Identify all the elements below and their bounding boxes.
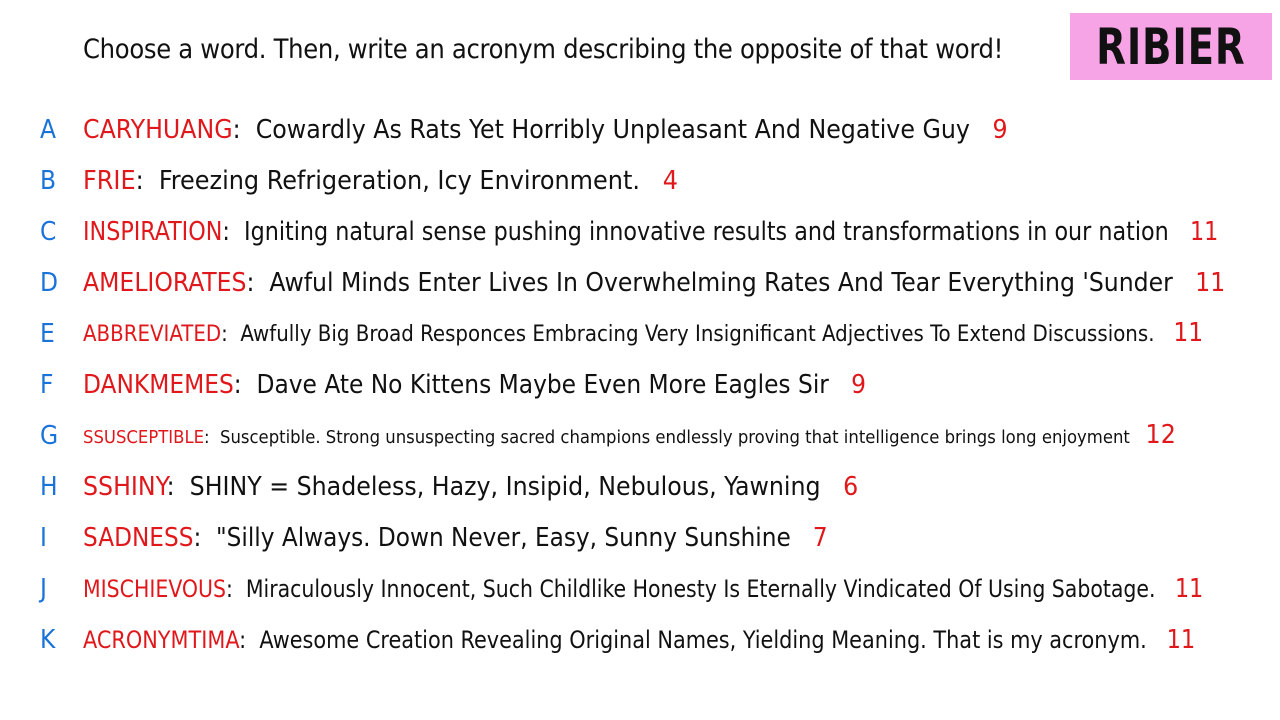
answer-letter: K <box>40 625 56 655</box>
answer-score: 9 <box>851 370 866 400</box>
answer-letter: G <box>40 421 59 451</box>
answer-letter: B <box>40 166 57 196</box>
answer-definition: Cowardly As Rats Yet Horribly Unpleasant… <box>255 115 970 145</box>
answer-content: SADNESS: "Silly Always. Down Never, Easy… <box>83 523 828 553</box>
answer-score: 11 <box>1173 318 1204 348</box>
answer-word: ABBREVIATED <box>83 322 222 347</box>
answer-content: INSPIRATION: Igniting natural sense push… <box>83 217 1219 247</box>
answer-definition: Miraculously Innocent, Such Childlike Ho… <box>245 575 1156 603</box>
answer-word: INSPIRATION <box>83 217 223 247</box>
answer-score: 11 <box>1166 625 1196 655</box>
answer-score: 7 <box>812 523 828 553</box>
answer-definition: Susceptible. Strong unsuspecting sacred … <box>220 426 1130 448</box>
answer-content: SSHINY: SHINY = Shadeless, Hazy, Insipid… <box>83 472 859 502</box>
answer-word: SSUSCEPTIBLE <box>83 426 205 448</box>
answer-definition: Dave Ate No Kittens Maybe Even More Eagl… <box>256 370 829 400</box>
answer-word: SSHINY <box>83 472 167 502</box>
answer-content: DANKMEMES: Dave Ate No Kittens Maybe Eve… <box>83 370 866 400</box>
answer-letter: I <box>40 523 47 553</box>
answer-content: FRIE: Freezing Refrigeration, Icy Enviro… <box>83 166 679 196</box>
answer-definition: Freezing Refrigeration, Icy Environment. <box>158 166 640 196</box>
answer-score: 11 <box>1195 268 1226 298</box>
answer-content: MISCHIEVOUS: Miraculously Innocent, Such… <box>83 574 1204 604</box>
answer-word: SADNESS <box>83 523 194 553</box>
player-name-tag: RIBIER <box>1070 13 1272 80</box>
answer-word: MISCHIEVOUS <box>83 575 226 603</box>
player-name: RIBIER <box>1096 17 1246 76</box>
answer-content: AMELIORATES: Awful Minds Enter Lives In … <box>83 268 1226 298</box>
answer-definition: Awful Minds Enter Lives In Overwhelming … <box>269 268 1173 298</box>
answer-definition: Igniting natural sense pushing innovativ… <box>244 217 1169 247</box>
answer-letter: D <box>40 268 59 298</box>
answer-content: SSUSCEPTIBLE: Susceptible. Strong unsusp… <box>83 419 1176 450</box>
answer-score: 9 <box>992 115 1008 145</box>
answer-score: 6 <box>843 472 859 502</box>
answer-score: 4 <box>662 166 679 196</box>
answer-letter: E <box>40 319 55 349</box>
answer-word: AMELIORATES <box>83 268 247 298</box>
answer-score: 11 <box>1189 217 1219 247</box>
answer-letter: F <box>40 370 54 400</box>
answer-score: 12 <box>1145 419 1176 450</box>
answer-definition: Awfully Big Broad Responces Embracing Ve… <box>240 322 1155 347</box>
answer-definition: SHINY = Shadeless, Hazy, Insipid, Nebulo… <box>189 472 821 502</box>
prompt-text: Choose a word. Then, write an acronym de… <box>83 34 1004 65</box>
answer-content: CARYHUANG: Cowardly As Rats Yet Horribly… <box>83 115 1008 145</box>
answer-word: ACRONYMTIMA <box>83 626 240 654</box>
answer-letter: C <box>40 217 57 247</box>
answer-content: ACRONYMTIMA: Awesome Creation Revealing … <box>83 625 1196 655</box>
answer-definition: Awesome Creation Revealing Original Name… <box>259 626 1147 654</box>
answer-letter: H <box>40 472 58 502</box>
answer-definition: "Silly Always. Down Never, Easy, Sunny S… <box>216 523 791 553</box>
answer-letter: J <box>40 574 47 604</box>
answer-word: DANKMEMES <box>83 370 234 400</box>
answer-word: CARYHUANG <box>83 115 233 145</box>
answer-score: 11 <box>1174 574 1204 604</box>
answer-content: ABBREVIATED: Awfully Big Broad Responces… <box>83 318 1204 348</box>
answer-word: FRIE <box>83 166 136 196</box>
answer-letter: A <box>40 115 56 145</box>
